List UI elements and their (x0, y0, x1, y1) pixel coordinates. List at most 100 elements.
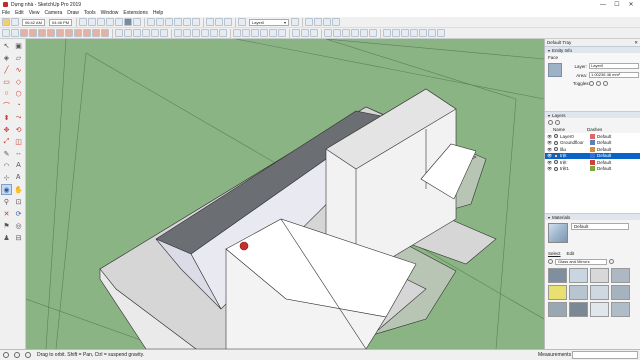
layer-dashes[interactable]: Default (597, 160, 611, 165)
entity-info-header[interactable]: ▾ Entity Info (545, 46, 640, 53)
material-swatch[interactable] (548, 285, 567, 300)
pan-icon[interactable]: ✋ (13, 184, 24, 195)
menu-help[interactable]: Help (153, 10, 163, 16)
active-layer-radio[interactable] (554, 147, 558, 152)
dimension-icon[interactable] (183, 29, 191, 37)
axes-icon[interactable] (210, 29, 218, 37)
left-view-icon[interactable] (192, 18, 201, 26)
layer-color-swatch[interactable] (590, 153, 595, 159)
tab-select[interactable]: Select (548, 251, 561, 256)
material-swatch[interactable] (590, 302, 609, 317)
section-display-icon[interactable] (215, 18, 224, 26)
layer-color-swatch[interactable] (590, 146, 595, 152)
material-library-select[interactable]: Glass and Mirrors (555, 258, 607, 265)
hidden-line-icon[interactable] (106, 18, 115, 26)
section-cuts-icon[interactable] (224, 18, 233, 26)
sun-icon[interactable] (11, 18, 19, 26)
eye-icon[interactable]: 👁 (547, 147, 552, 152)
layout-icon[interactable] (332, 18, 341, 26)
push-pull-icon[interactable] (115, 29, 123, 37)
solid-intersect-icon[interactable] (333, 29, 341, 37)
menu-tools[interactable]: Tools (84, 10, 96, 16)
circle-icon[interactable]: ○ (1, 88, 12, 99)
layer-manager-icon[interactable] (238, 18, 247, 26)
front-view-icon[interactable] (165, 18, 174, 26)
arc-icon[interactable] (38, 29, 46, 37)
tape-measure-icon[interactable] (174, 29, 182, 37)
select-tool-icon[interactable] (2, 29, 10, 37)
polygon-icon[interactable]: ⬡ (13, 88, 24, 99)
walk-icon[interactable] (301, 29, 309, 37)
position-camera-icon[interactable]: ⚑ (1, 220, 12, 231)
xray-icon[interactable] (79, 18, 88, 26)
tape-measure-icon[interactable]: ✎ (1, 148, 12, 159)
eyedropper-icon[interactable] (609, 259, 614, 264)
measurements-input[interactable] (572, 351, 638, 359)
arc-3pt-icon[interactable] (56, 29, 64, 37)
layer-dashes[interactable]: Default (597, 153, 611, 158)
layers-header[interactable]: ▾ Layers (545, 111, 640, 118)
flip-edge-icon[interactable] (437, 29, 445, 37)
eraser-icon[interactable]: ▱ (13, 52, 24, 63)
layer-dashes[interactable]: Default (597, 166, 611, 171)
look-around-icon[interactable]: ◎ (13, 220, 24, 231)
active-layer-radio[interactable] (554, 160, 558, 165)
home-icon[interactable] (548, 259, 553, 264)
layer-color-swatch[interactable] (590, 133, 595, 139)
material-swatch[interactable] (611, 268, 630, 283)
face-material-swatch[interactable] (548, 63, 562, 77)
position-camera-icon[interactable] (292, 29, 300, 37)
menu-camera[interactable]: Camera (44, 10, 62, 16)
pie-icon[interactable]: ◔ (13, 100, 24, 111)
geo-location-icon[interactable] (3, 352, 9, 358)
solid-union-icon[interactable] (342, 29, 350, 37)
warehouse-icon[interactable] (305, 18, 314, 26)
shadow-time-slider[interactable]: 04:46 PM (48, 18, 73, 26)
rectangle-icon[interactable]: ▭ (1, 76, 12, 87)
rotate-icon[interactable] (151, 29, 159, 37)
close-button[interactable]: ✕ (624, 1, 638, 8)
visibility-toggle-icon[interactable] (589, 81, 594, 86)
scale-icon[interactable] (160, 29, 168, 37)
section-plane-icon[interactable] (206, 18, 215, 26)
menu-edit[interactable]: Edit (15, 10, 24, 16)
polygon-icon[interactable] (101, 29, 109, 37)
shadow-toggle-icon[interactable] (2, 18, 10, 26)
eye-icon[interactable]: 👁 (547, 160, 552, 165)
menu-file[interactable]: File (2, 10, 10, 16)
previous-icon[interactable]: ⟳ (13, 208, 24, 219)
pie-icon[interactable] (65, 29, 73, 37)
share-model-icon[interactable] (314, 18, 323, 26)
top-view-icon[interactable] (156, 18, 165, 26)
zoom-icon[interactable] (251, 29, 259, 37)
solid-subtract-icon[interactable] (351, 29, 359, 37)
line-tool-icon[interactable] (20, 29, 28, 37)
active-layer-radio[interactable] (554, 153, 558, 158)
tab-edit[interactable]: Edit (567, 251, 575, 256)
layer-color-swatch[interactable] (590, 166, 595, 172)
stamp-icon[interactable] (410, 29, 418, 37)
material-swatch[interactable] (590, 268, 609, 283)
material-swatch[interactable] (569, 285, 588, 300)
eye-icon[interactable]: 👁 (547, 166, 552, 171)
look-around-icon[interactable] (310, 29, 318, 37)
material-swatch[interactable] (611, 285, 630, 300)
material-swatch[interactable] (611, 302, 630, 317)
layer-select[interactable]: Layer0 (589, 63, 639, 69)
delete-layer-icon[interactable] (555, 119, 560, 125)
zoom-extents-icon[interactable] (269, 29, 277, 37)
zoom-window-icon[interactable] (260, 29, 268, 37)
eraser-icon[interactable] (11, 29, 19, 37)
circle-icon[interactable] (92, 29, 100, 37)
material-swatch[interactable] (548, 302, 567, 317)
drape-icon[interactable] (419, 29, 427, 37)
active-layer-radio[interactable] (554, 140, 558, 145)
dimension-icon[interactable]: ↔ (13, 148, 24, 159)
back-edges-icon[interactable] (88, 18, 97, 26)
add-detail-icon[interactable] (428, 29, 436, 37)
menu-draw[interactable]: Draw (67, 10, 79, 16)
arc-2pt-icon[interactable] (47, 29, 55, 37)
layer-dashes[interactable]: Default (597, 134, 611, 139)
layer-dropdown[interactable]: Layer0 ▾ (249, 18, 290, 26)
receive-shadow-icon[interactable] (603, 81, 608, 86)
